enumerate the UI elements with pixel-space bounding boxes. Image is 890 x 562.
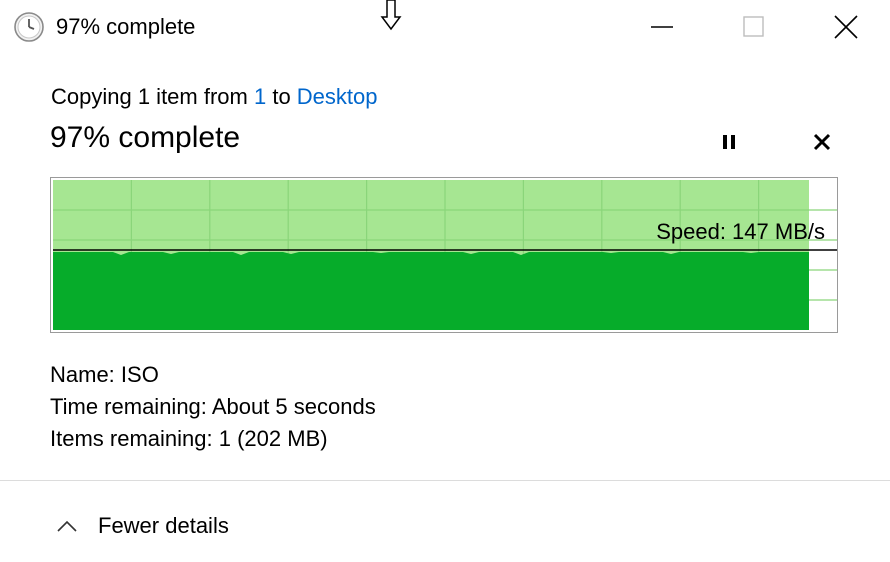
name-label: Name: [50,362,115,387]
cancel-button[interactable] [804,124,840,160]
minimize-icon [651,26,673,28]
detail-items-remaining: Items remaining: 1 (202 MB) [50,423,376,455]
time-value: About 5 seconds [211,394,376,419]
close-icon [834,15,858,39]
speed-graph-canvas [53,180,837,330]
speed-label: Speed: 147 MB/s [656,219,825,244]
time-label: Time remaining: [50,394,207,419]
details-section: Name: ISO Time remaining: About 5 second… [50,359,376,455]
fewer-details-toggle[interactable]: Fewer details [56,510,229,542]
clock-icon [14,12,44,42]
destination-link[interactable]: Desktop [297,84,378,109]
copy-description: Copying 1 item from 1 to Desktop [51,84,378,110]
speed-area [53,252,809,330]
pause-icon [723,135,735,149]
detail-name: Name: ISO [50,359,376,391]
name-value: ISO [120,362,159,387]
pause-button[interactable] [711,124,747,160]
speed-graph: Speed: 147 MB/s [50,177,838,333]
items-value: 1 (202 MB) [218,426,328,451]
progress-heading: 97% complete [50,121,241,154]
cancel-icon [813,133,831,151]
detail-time-remaining: Time remaining: About 5 seconds [50,391,376,423]
source-link[interactable]: 1 [254,84,266,109]
title-bar: 97% complete [0,0,890,54]
maximize-button[interactable] [724,0,784,54]
chevron-up-icon [57,520,77,532]
fewer-details-label: Fewer details [98,513,229,538]
close-button[interactable] [816,0,876,54]
items-label: Items remaining: [50,426,213,451]
copy-middle: to [266,84,297,109]
window-title: 97% complete [56,14,196,39]
copy-prefix: Copying 1 item from [51,84,254,109]
resize-cursor-icon [380,0,402,31]
minimize-button[interactable] [632,0,692,54]
footer-divider [0,480,890,481]
maximize-icon [743,16,764,37]
